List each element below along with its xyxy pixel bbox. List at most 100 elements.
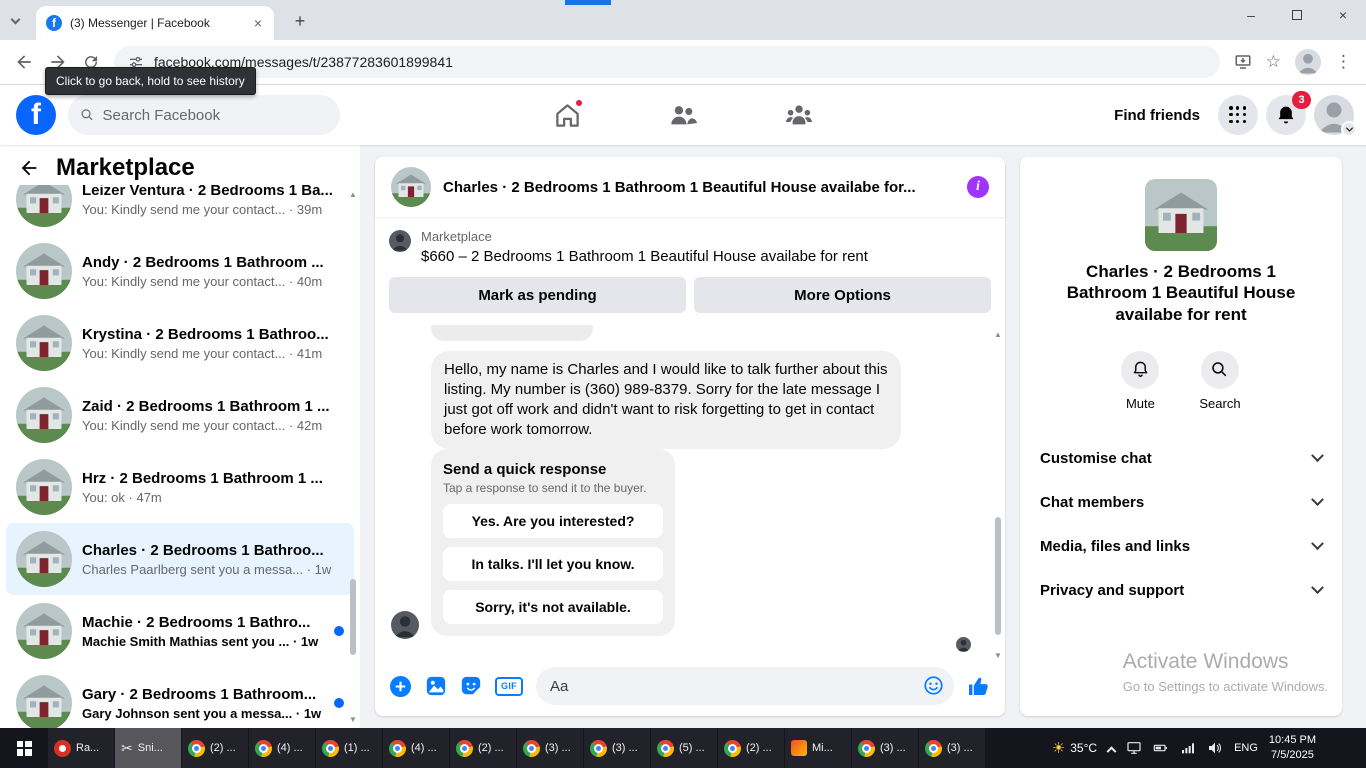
conversation-row[interactable]: Andy · 2 Bedrooms 1 Bathroom ... You: Ki…	[6, 235, 354, 307]
emoji-icon[interactable]	[923, 675, 944, 696]
conversation-time: 39m	[285, 202, 322, 217]
quick-response-option[interactable]: In talks. I'll let you know.	[443, 547, 663, 581]
conversation-row[interactable]: Machie · 2 Bedrooms 1 Bathro... Machie S…	[6, 595, 354, 667]
account-button[interactable]	[1314, 95, 1357, 137]
message-list: Hello, my name is Charles and I would li…	[375, 325, 1005, 664]
chrome-icon	[188, 739, 205, 757]
facebook-search[interactable]	[68, 95, 340, 135]
bookmark-star-icon[interactable]: ☆	[1266, 52, 1281, 72]
conversation-row-selected[interactable]: Charles · 2 Bedrooms 1 Bathroo... Charle…	[6, 523, 354, 595]
tab-close-icon[interactable]: ×	[252, 16, 264, 30]
find-friends-button[interactable]: Find friends	[1104, 99, 1210, 132]
address-bar[interactable]: facebook.com/messages/t/2387728360189984…	[114, 46, 1220, 78]
quick-response-option[interactable]: Yes. Are you interested?	[443, 504, 663, 538]
conversation-row[interactable]: Gary · 2 Bedrooms 1 Bathroom... Gary Joh…	[6, 667, 354, 728]
language-indicator[interactable]: ENG	[1234, 742, 1258, 754]
marketplace-context: Marketplace $660 – 2 Bedrooms 1 Bathroom…	[375, 217, 1005, 325]
conversation-time: 1w	[303, 562, 331, 577]
taskbar-item[interactable]: (3) ...	[517, 728, 583, 768]
taskbar-item[interactable]: (3) ...	[919, 728, 985, 768]
conversation-row[interactable]: Hrz · 2 Bedrooms 1 Bathroom 1 ... You: o…	[6, 451, 354, 523]
apps-menu-button[interactable]	[1218, 95, 1258, 135]
chevron-down-icon	[1311, 493, 1324, 507]
gif-icon[interactable]: GIF	[495, 676, 523, 696]
search-in-conversation-button[interactable]: Search	[1199, 350, 1241, 411]
scroll-down-icon[interactable]: ▼	[347, 714, 359, 726]
sidebar-scrollbar[interactable]: ▲ ▼	[347, 189, 359, 726]
sticker-icon[interactable]	[460, 675, 482, 697]
back-arrow-icon[interactable]	[18, 157, 40, 179]
minimize-icon[interactable]: –	[1228, 0, 1274, 30]
browser-tab[interactable]: f (3) Messenger | Facebook ×	[36, 6, 274, 40]
sidebar-header: Marketplace	[0, 145, 360, 185]
more-options-button[interactable]: More Options	[694, 277, 991, 313]
listing-image[interactable]	[1145, 179, 1217, 251]
chat-avatar[interactable]	[391, 167, 431, 207]
scroll-up-icon[interactable]: ▲	[347, 189, 359, 201]
taskbar-item[interactable]: Ra...	[48, 728, 114, 768]
conversation-info-icon[interactable]: i	[967, 176, 989, 198]
browser-profile-avatar[interactable]	[1295, 49, 1321, 75]
new-tab-button[interactable]: +	[288, 10, 312, 34]
weather-widget[interactable]: ☀ 35°C	[1052, 739, 1097, 757]
facebook-logo[interactable]: f	[16, 95, 56, 135]
tray-expand-chevron-icon[interactable]	[1106, 745, 1117, 756]
conversation-row[interactable]: Zaid · 2 Bedrooms 1 Bathroom 1 ... You: …	[6, 379, 354, 451]
taskbar-item[interactable]: (4) ...	[249, 728, 315, 768]
tab-friends[interactable]	[659, 91, 707, 139]
taskbar-item-active[interactable]: ✂ Sni...	[115, 728, 181, 768]
details-panel: Charles · 2 Bedrooms 1 Bathroom 1 Beauti…	[1020, 157, 1342, 716]
taskbar-item[interactable]: (2) ...	[182, 728, 248, 768]
search-input[interactable]	[102, 106, 328, 124]
chrome-icon	[590, 739, 607, 757]
plus-icon[interactable]	[389, 675, 412, 698]
quick-response-option[interactable]: Sorry, it's not available.	[443, 590, 663, 624]
taskbar-item[interactable]: (5) ...	[651, 728, 717, 768]
network-icon[interactable]	[1180, 740, 1196, 756]
mute-button[interactable]: Mute	[1121, 350, 1160, 411]
scroll-up-icon[interactable]: ▲	[992, 329, 1004, 341]
notifications-button[interactable]: 3	[1266, 91, 1311, 135]
section-customise-chat[interactable]: Customise chat	[1020, 437, 1342, 481]
notifications-bell-icon	[1278, 106, 1294, 124]
chat-scrollbar[interactable]: ▲ ▼	[992, 329, 1004, 662]
taskbar-item[interactable]: (2) ...	[450, 728, 516, 768]
notification-center-icon[interactable]	[1327, 740, 1344, 757]
chat-title[interactable]: Charles · 2 Bedrooms 1 Bathroom 1 Beauti…	[443, 179, 955, 196]
section-chat-members[interactable]: Chat members	[1020, 481, 1342, 525]
taskbar-item[interactable]: (2) ...	[718, 728, 784, 768]
monitor-icon[interactable]	[1126, 740, 1142, 756]
conversation-row[interactable]: Krystina · 2 Bedrooms 1 Bathroo... You: …	[6, 307, 354, 379]
section-privacy-support[interactable]: Privacy and support	[1020, 569, 1342, 613]
taskbar-clock[interactable]: 10:45 PM 7/5/2025	[1269, 733, 1316, 763]
sender-avatar	[391, 611, 419, 639]
chevron-down-icon	[1311, 537, 1324, 551]
volume-icon[interactable]	[1207, 740, 1223, 756]
back-icon[interactable]	[14, 52, 34, 72]
message-bubble: Hello, my name is Charles and I would li…	[431, 351, 901, 449]
taskbar-item[interactable]: (3) ...	[852, 728, 918, 768]
browser-menu-icon[interactable]: ⋮	[1335, 52, 1352, 72]
scroll-down-icon[interactable]: ▼	[992, 650, 1004, 662]
scrollbar-thumb[interactable]	[350, 579, 356, 655]
marketplace-sidebar: Marketplace Leizer Ventura · 2 Bedrooms …	[0, 145, 360, 728]
photo-icon[interactable]	[425, 675, 447, 697]
start-button[interactable]	[0, 728, 48, 768]
taskbar-item[interactable]: (1) ...	[316, 728, 382, 768]
battery-icon[interactable]	[1153, 740, 1169, 756]
close-window-icon[interactable]: ×	[1320, 0, 1366, 30]
tab-groups[interactable]	[775, 91, 823, 139]
taskbar-item[interactable]: Mi...	[785, 728, 851, 768]
mark-as-pending-button[interactable]: Mark as pending	[389, 277, 686, 313]
scrollbar-thumb[interactable]	[995, 517, 1001, 635]
section-media-files-links[interactable]: Media, files and links	[1020, 525, 1342, 569]
tab-search-chevron-icon[interactable]	[10, 14, 21, 25]
message-input[interactable]	[550, 677, 914, 695]
install-icon[interactable]	[1234, 53, 1252, 71]
like-thumb-icon[interactable]	[967, 674, 991, 698]
maximize-icon[interactable]	[1274, 0, 1320, 30]
taskbar-item[interactable]: (4) ...	[383, 728, 449, 768]
apps-grid-icon	[1229, 106, 1247, 124]
taskbar-item[interactable]: (3) ...	[584, 728, 650, 768]
tab-home[interactable]	[543, 91, 591, 139]
